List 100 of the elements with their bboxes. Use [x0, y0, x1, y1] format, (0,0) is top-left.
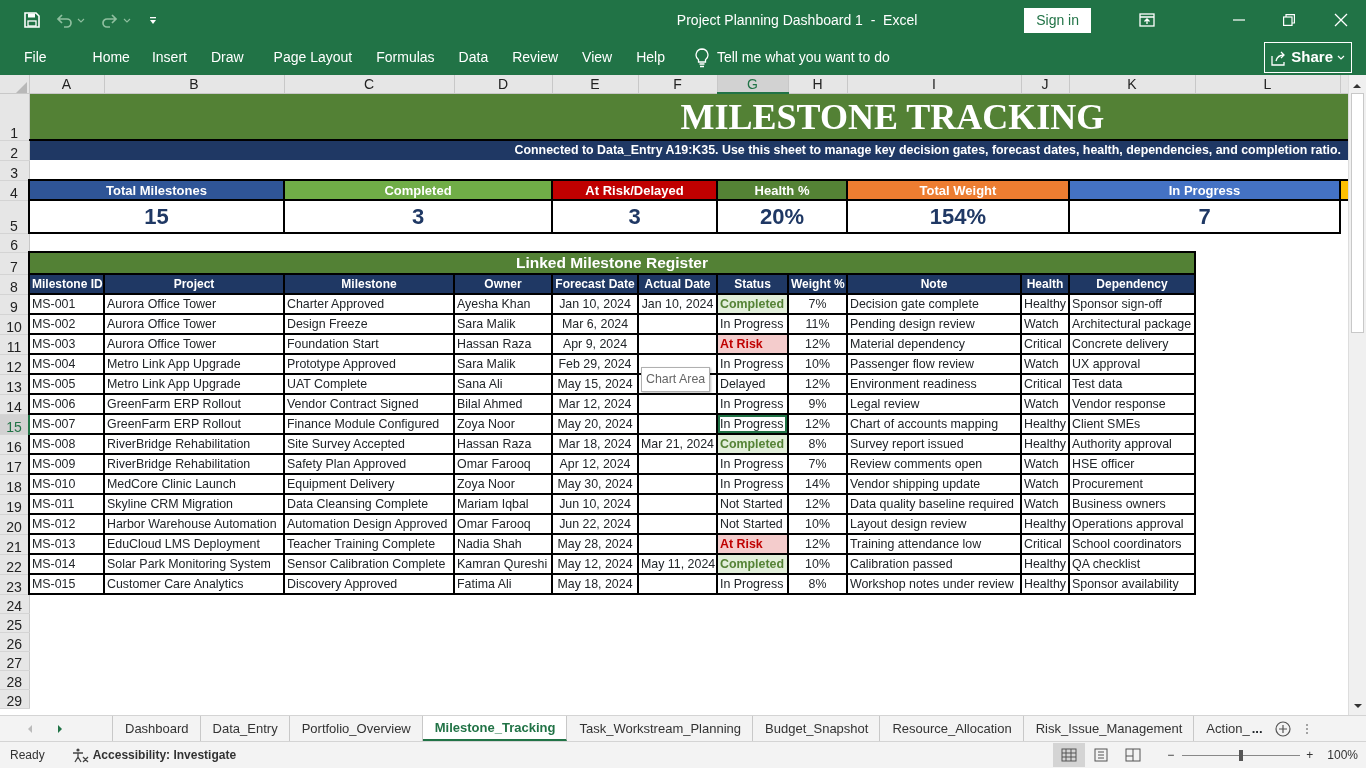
table-cell: Environment readiness [847, 374, 1021, 394]
sheet-subtitle: Connected to Data_Entry A19:K35. Use this sheet to manage key decision gates, forecast dates, health, dependencies, and completion ratio. [29, 140, 1348, 160]
table-cell: Bilal Ahmed [454, 394, 552, 414]
table-cell: Metro Link App Upgrade [104, 354, 284, 374]
sheet-tab[interactable]: Action_ [1194, 716, 1252, 741]
table-cell: Mariam Iqbal [454, 494, 552, 514]
table-cell: Healthy [1021, 414, 1069, 434]
table-cell: 7% [788, 294, 847, 314]
register-title: Linked Milestone Register [29, 252, 1195, 274]
table-cell: HSE officer [1069, 454, 1195, 474]
share-button[interactable]: Share [1264, 42, 1352, 73]
table-cell: Vendor response [1069, 394, 1195, 414]
table-cell: Concrete delivery [1069, 334, 1195, 354]
ribbon-display-icon[interactable] [1139, 13, 1155, 27]
zoom-level[interactable]: 100% [1327, 746, 1358, 764]
column-header[interactable]: E [552, 75, 638, 93]
restore-icon[interactable] [1283, 14, 1295, 26]
zoom-out-button[interactable]: − [1167, 746, 1175, 764]
table-cell: 10% [788, 514, 847, 534]
table-cell: Foundation Start [284, 334, 454, 354]
row-number[interactable]: 15 [0, 414, 29, 434]
table-cell: GreenFarm ERP Rollout [104, 414, 284, 434]
column-header[interactable]: H [788, 75, 847, 93]
table-cell: MS-003 [29, 334, 104, 354]
column-header[interactable]: I [847, 75, 1021, 93]
ribbon-tab[interactable]: File [18, 45, 53, 70]
zoom-in-button[interactable]: + [1306, 746, 1314, 764]
row-number[interactable]: 2 [0, 140, 29, 160]
column-header[interactable]: A [29, 75, 104, 93]
table-cell: Jun 22, 2024 [552, 514, 638, 534]
column-header[interactable]: L [1195, 75, 1340, 93]
table-cell: 12% [788, 414, 847, 434]
ribbon-tab[interactable]: Page Layout [267, 45, 359, 70]
column-header[interactable]: G [717, 75, 788, 93]
column-header[interactable]: J [1021, 75, 1069, 93]
table-cell: Passenger flow review [847, 354, 1021, 374]
kpi-value: 15 [29, 200, 284, 233]
table-cell: Watch [1021, 394, 1069, 414]
table-cell: May 28, 2024 [552, 534, 638, 554]
normal-view-icon [1061, 748, 1078, 762]
table-cell: Healthy [1021, 434, 1069, 454]
table-cell: Customer Care Analytics [104, 574, 284, 594]
table-cell: Charter Approved [284, 294, 454, 314]
table-cell: 10% [788, 554, 847, 574]
table-cell: Mar 6, 2024 [552, 314, 638, 334]
ribbon-tab[interactable]: Review [506, 45, 565, 70]
column-header[interactable]: C [284, 75, 454, 93]
table-cell: Healthy [1021, 294, 1069, 314]
customize-icon[interactable] [148, 15, 158, 25]
table-cell: Feb 29, 2024 [552, 354, 638, 374]
table-cell: Finance Module Configured [284, 414, 454, 434]
ribbon-tab[interactable]: Insert [145, 45, 193, 70]
table-cell: Equipment Delivery [284, 474, 454, 494]
row-number[interactable]: 1 [0, 93, 29, 140]
table-cell: May 18, 2024 [552, 574, 638, 594]
table-cell: Fatima Ali [454, 574, 552, 594]
vertical-scrollbar[interactable] [1348, 75, 1366, 715]
table-cell: Hassan Raza [454, 334, 552, 354]
scroll-right-icon[interactable] [56, 723, 64, 734]
ribbon-tab[interactable]: Home [86, 45, 136, 70]
table-cell: In Progress [717, 354, 788, 374]
column-header[interactable]: D [454, 75, 552, 93]
save-icon[interactable] [24, 12, 40, 28]
close-icon[interactable] [1334, 13, 1348, 27]
ribbon-tab[interactable]: Formulas [370, 45, 441, 70]
ribbon-tab[interactable]: Data [452, 45, 495, 70]
table-cell: Site Survey Accepted [284, 434, 454, 454]
column-heading: Milestone ID [29, 274, 104, 294]
sign-in-button[interactable]: Sign in [1024, 7, 1091, 33]
table-cell: MS-005 [29, 374, 104, 394]
table-cell: Delayed [717, 374, 788, 394]
table-cell: Skyline CRM Migration [104, 494, 284, 514]
zoom-slider-thumb[interactable] [1239, 749, 1244, 761]
accessibility-status[interactable]: Accessibility: Investigate [92, 746, 237, 764]
sheet-tab[interactable]: Milestone_Tracking [422, 716, 568, 741]
table-cell: Omar Farooq [454, 454, 552, 474]
kpi-label: Completed [284, 180, 552, 200]
table-cell: MS-006 [29, 394, 104, 414]
column-header[interactable]: B [104, 75, 284, 93]
column-header[interactable]: K [1069, 75, 1195, 93]
more-tabs[interactable]: ... [1251, 718, 1263, 739]
table-cell: Prototype Approved [284, 354, 454, 374]
ribbon-tab[interactable]: Help [630, 45, 671, 70]
ribbon-tab[interactable]: View [576, 45, 619, 70]
table-cell: Aurora Office Tower [104, 294, 284, 314]
tell-me-search[interactable]: Tell me what you want to do [716, 47, 890, 68]
table-cell: 7% [788, 454, 847, 474]
view-button[interactable] [1053, 743, 1086, 767]
ribbon-tab[interactable]: Draw [204, 45, 250, 70]
kpi-value: 20% [717, 200, 847, 233]
add-sheet-icon[interactable] [1274, 720, 1291, 737]
row-number[interactable]: 3 [0, 160, 29, 180]
accessibility-icon[interactable] [70, 747, 89, 763]
column-header[interactable]: F [638, 75, 717, 93]
table-cell: Healthy [1021, 514, 1069, 534]
table-cell: May 11, 2024 [638, 554, 717, 574]
window-title: Project Planning Dashboard 1 - Excel [675, 10, 919, 30]
table-cell: Zoya Noor [454, 474, 552, 494]
table-cell: In Progress [717, 454, 788, 474]
page-layout-view-icon [1093, 748, 1110, 762]
